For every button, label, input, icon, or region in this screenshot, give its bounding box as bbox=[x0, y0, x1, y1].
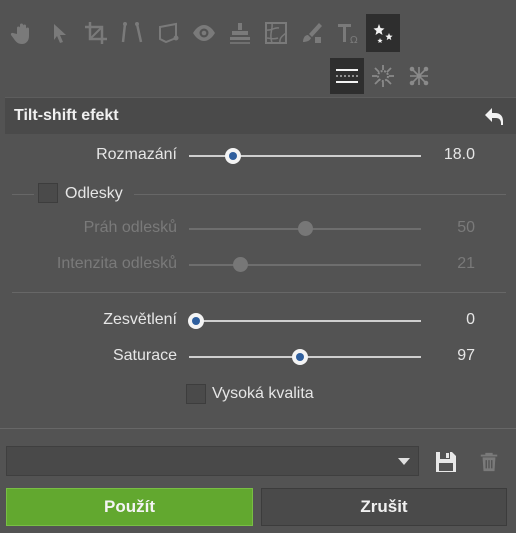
effects-icon[interactable] bbox=[366, 14, 400, 52]
saturation-value: 97 bbox=[457, 347, 475, 364]
reflection-threshold-value: 50 bbox=[457, 219, 475, 236]
panel-title: Tilt-shift efekt bbox=[14, 107, 119, 124]
transform-icon[interactable] bbox=[152, 14, 186, 52]
saturation-label: Saturace bbox=[112, 347, 177, 364]
brightening-track[interactable] bbox=[189, 320, 421, 322]
clone-stamp-icon[interactable] bbox=[223, 14, 257, 52]
undo-icon[interactable] bbox=[482, 104, 506, 128]
brightening-row: Zesvětlení 0 bbox=[0, 306, 516, 336]
brightening-value: 0 bbox=[466, 311, 475, 328]
divider bbox=[12, 292, 506, 293]
preset-select[interactable] bbox=[6, 446, 419, 476]
hand-icon[interactable] bbox=[6, 14, 40, 52]
text-icon[interactable]: Ω bbox=[331, 14, 365, 52]
divider bbox=[12, 194, 34, 195]
save-preset-button[interactable] bbox=[432, 448, 460, 476]
chevron-down-icon bbox=[398, 458, 410, 465]
reflection-intensity-value: 21 bbox=[457, 255, 475, 272]
blur-label: Rozmazání bbox=[96, 146, 177, 163]
crop-icon[interactable] bbox=[79, 14, 113, 52]
brightening-thumb[interactable] bbox=[187, 313, 204, 329]
reflection-intensity-row: Intenzita odlesků 21 bbox=[0, 250, 516, 280]
reflection-threshold-thumb[interactable] bbox=[298, 221, 313, 236]
saturation-thumb[interactable] bbox=[292, 349, 309, 365]
brightening-label: Zesvětlení bbox=[103, 311, 177, 328]
pointer-icon[interactable] bbox=[42, 14, 76, 52]
reflection-intensity-track[interactable] bbox=[189, 264, 421, 266]
reflections-label: Odlesky bbox=[65, 185, 123, 202]
effect-mode-bar bbox=[0, 58, 516, 94]
svg-text:Ω: Ω bbox=[350, 35, 358, 46]
high-quality-checkbox[interactable] bbox=[186, 384, 206, 404]
reflection-intensity-thumb[interactable] bbox=[233, 257, 249, 272]
cancel-button[interactable]: Zrušit bbox=[261, 488, 507, 526]
save-icon bbox=[436, 452, 456, 472]
trash-icon bbox=[480, 452, 498, 472]
blur-slider-thumb[interactable] bbox=[225, 148, 242, 164]
saturation-row: Saturace 97 bbox=[0, 342, 516, 372]
panel-header: Tilt-shift efekt bbox=[5, 97, 516, 134]
high-quality-label: Vysoká kvalita bbox=[212, 385, 314, 402]
texture-icon[interactable] bbox=[259, 14, 293, 52]
blur-slider-track[interactable] bbox=[189, 155, 421, 157]
divider bbox=[0, 428, 516, 429]
tilt-shift-lines-icon[interactable] bbox=[330, 58, 364, 94]
eye-icon[interactable] bbox=[187, 14, 221, 52]
grid-warp-icon[interactable] bbox=[402, 58, 436, 94]
blur-slider-row: Rozmazání 18.0 bbox=[0, 141, 516, 171]
reflection-threshold-label: Práh odlesků bbox=[83, 219, 177, 236]
brush-icon[interactable] bbox=[295, 14, 329, 52]
apply-button[interactable]: Použít bbox=[6, 488, 253, 526]
reflection-threshold-row: Práh odlesků 50 bbox=[0, 214, 516, 244]
perspective-icon[interactable] bbox=[115, 14, 149, 52]
delete-preset-button[interactable] bbox=[475, 448, 503, 476]
divider bbox=[134, 194, 506, 195]
tool-bar: Ω bbox=[0, 14, 516, 54]
radial-icon[interactable] bbox=[366, 58, 400, 94]
reflection-intensity-label: Intenzita odlesků bbox=[56, 255, 177, 272]
reflections-checkbox[interactable] bbox=[38, 183, 58, 203]
blur-value: 18.0 bbox=[443, 146, 475, 163]
